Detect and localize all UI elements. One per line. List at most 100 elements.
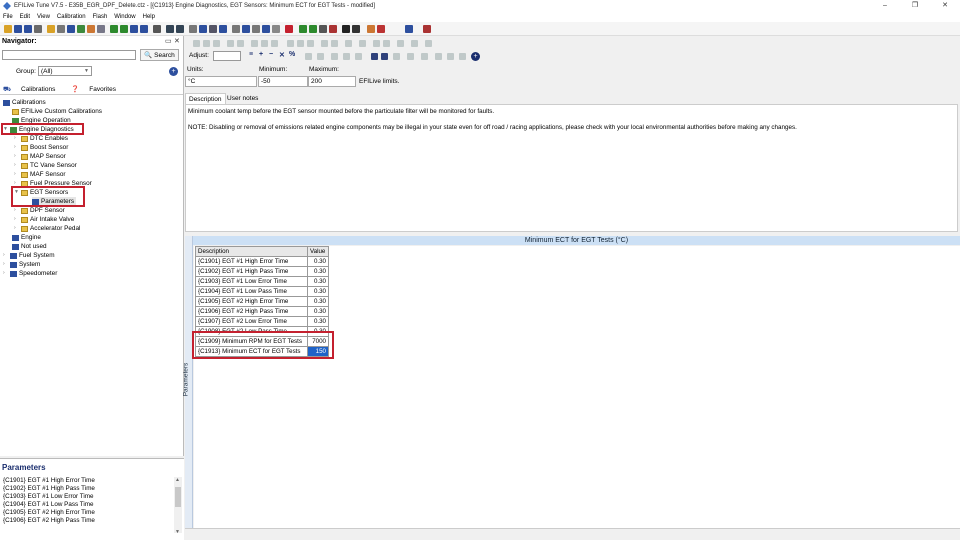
tree-item-not-used[interactable]: Not used: [12, 242, 47, 251]
reload-icon[interactable]: [355, 53, 362, 60]
fit-width-icon[interactable]: [397, 40, 404, 47]
chip-icon[interactable]: [97, 25, 105, 33]
range2-icon[interactable]: [383, 40, 390, 47]
row-value[interactable]: 0.30: [307, 266, 329, 277]
tree-item-system[interactable]: › System: [3, 260, 40, 269]
wave-icon[interactable]: [305, 53, 312, 60]
database-icon[interactable]: [67, 25, 75, 33]
group-select[interactable]: (All) ▼: [38, 66, 92, 76]
menu-window[interactable]: Window: [114, 14, 135, 20]
unlock-icon[interactable]: [329, 25, 337, 33]
view-icon[interactable]: [252, 25, 260, 33]
list-item[interactable]: {C1904} EGT #1 Low Pass Time: [3, 501, 173, 509]
scale-icon[interactable]: [407, 53, 414, 60]
connect-icon[interactable]: [299, 25, 307, 33]
row-value[interactable]: 0.30: [307, 296, 329, 307]
tree-item-air-intake-valve[interactable]: › Air Intake Valve: [14, 215, 74, 224]
row-value[interactable]: 0.30: [307, 316, 329, 327]
network-icon[interactable]: [367, 25, 375, 33]
folder-icon[interactable]: [47, 25, 55, 33]
fit-height-icon[interactable]: [411, 40, 418, 47]
tree-item-maf-sensor[interactable]: › MAF Sensor: [14, 170, 66, 179]
tree-item-map-sensor[interactable]: › MAP Sensor: [14, 152, 66, 161]
search-icon[interactable]: [140, 25, 148, 33]
fill-icon[interactable]: [307, 40, 314, 47]
set-icon[interactable]: ≡: [249, 51, 253, 58]
pen-icon[interactable]: [352, 25, 360, 33]
menu-edit[interactable]: Edit: [20, 14, 30, 20]
list-item[interactable]: {C1903} EGT #1 Low Error Time: [3, 493, 173, 501]
chart-view-icon[interactable]: [203, 40, 210, 47]
flash-icon[interactable]: [285, 25, 293, 33]
wave2-icon[interactable]: [317, 53, 324, 60]
smooth-icon[interactable]: [321, 40, 328, 47]
menu-help[interactable]: Help: [143, 14, 155, 20]
compare-icon[interactable]: [57, 25, 65, 33]
scroll-down-icon[interactable]: ▼: [175, 529, 180, 535]
forward-icon[interactable]: [120, 25, 128, 33]
lock-icon[interactable]: [319, 25, 327, 33]
interpolate-icon[interactable]: [251, 40, 258, 47]
grid-view-icon[interactable]: [193, 40, 200, 47]
display-icon[interactable]: [393, 53, 400, 60]
clean-icon[interactable]: [423, 25, 431, 33]
open-icon[interactable]: [4, 25, 12, 33]
tab-description[interactable]: Description: [185, 93, 226, 104]
tree-item-calibrations[interactable]: Calibrations: [3, 98, 46, 107]
range-icon[interactable]: [373, 40, 380, 47]
list-item[interactable]: {C1901} EGT #1 High Error Time: [3, 477, 173, 485]
circle-icon[interactable]: [343, 53, 350, 60]
scale5-icon[interactable]: [459, 53, 466, 60]
subtract-icon[interactable]: −: [269, 51, 273, 58]
copy-icon[interactable]: [227, 40, 234, 47]
row-value[interactable]: 0.30: [307, 256, 329, 267]
tab-favorites[interactable]: ❓ Favorites: [71, 85, 124, 94]
adjust-input[interactable]: [213, 51, 241, 61]
select-icon[interactable]: [345, 40, 352, 47]
raise-icon[interactable]: [287, 40, 294, 47]
compare2-icon[interactable]: [381, 53, 388, 60]
print-icon[interactable]: [34, 25, 42, 33]
tree-item-boost-sensor[interactable]: › Boost Sensor: [14, 143, 68, 152]
scroll-up-icon[interactable]: ▲: [175, 477, 180, 483]
parameters-side-tab[interactable]: Parameters: [182, 236, 193, 528]
menu-calibration[interactable]: Calibration: [57, 14, 86, 20]
tree-item-custom-calibrations[interactable]: EFILive Custom Calibrations: [12, 107, 102, 116]
search-input[interactable]: [2, 50, 136, 60]
back-icon[interactable]: [110, 25, 118, 33]
grid-icon[interactable]: [209, 25, 217, 33]
cut-icon[interactable]: [153, 25, 161, 33]
redo-icon[interactable]: [176, 25, 184, 33]
multiply-icon[interactable]: ✕: [279, 51, 285, 59]
info-icon[interactable]: [405, 25, 413, 33]
help-icon[interactable]: [377, 25, 385, 33]
flip-icon[interactable]: [331, 40, 338, 47]
menu-flash[interactable]: Flash: [93, 14, 108, 20]
tree-item-dtc-enables[interactable]: › DTC Enables: [14, 134, 68, 143]
undo-icon[interactable]: [166, 25, 174, 33]
tree-item-speedometer[interactable]: › Speedometer: [3, 269, 57, 278]
maximize-button[interactable]: ❐: [900, 0, 930, 12]
cross-icon[interactable]: [331, 53, 338, 60]
percent-icon[interactable]: %: [289, 51, 295, 58]
row-value[interactable]: 0.30: [307, 306, 329, 317]
layout-icon[interactable]: [232, 25, 240, 33]
scrollbar-thumb[interactable]: [175, 487, 181, 507]
tree-item-fuel-system[interactable]: › Fuel System: [3, 251, 55, 260]
tab-calibrations[interactable]: ⛟ Calibrations: [3, 85, 63, 94]
tree-item-accelerator-pedal[interactable]: › Accelerator Pedal: [14, 224, 80, 233]
tree-item-dpf-sensor[interactable]: › DPF Sensor: [14, 206, 65, 215]
list-item[interactable]: {C1902} EGT #1 High Pass Time: [3, 485, 173, 493]
calibration-icon[interactable]: [77, 25, 85, 33]
read-icon[interactable]: [309, 25, 317, 33]
row-value[interactable]: 0.30: [307, 286, 329, 297]
properties-icon[interactable]: [189, 25, 197, 33]
scale3-icon[interactable]: [435, 53, 442, 60]
doc-icon[interactable]: [130, 25, 138, 33]
row-value[interactable]: 0.30: [307, 276, 329, 287]
tree-item-engine[interactable]: Engine: [12, 233, 41, 242]
paste-icon[interactable]: [237, 40, 244, 47]
close-button[interactable]: ✕: [930, 0, 960, 12]
lower-icon[interactable]: [297, 40, 304, 47]
compare-icon[interactable]: [371, 53, 378, 60]
